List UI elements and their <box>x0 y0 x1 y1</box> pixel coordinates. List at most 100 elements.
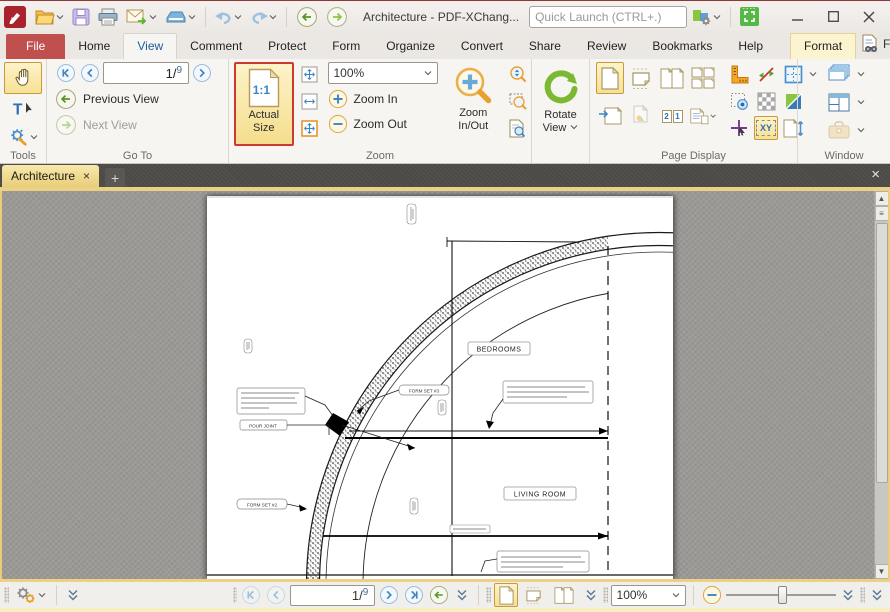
zoom-inout-button[interactable]: Zoom In/Out <box>446 62 502 146</box>
booklet-button[interactable] <box>689 100 717 132</box>
next-view-button[interactable]: Next View <box>55 114 213 136</box>
toolbox-button[interactable] <box>824 118 854 142</box>
status-two-pages-button[interactable] <box>549 583 579 607</box>
email-button[interactable] <box>123 5 160 29</box>
prev-page-button[interactable] <box>79 62 101 84</box>
scrollbar-thumb[interactable] <box>876 223 888 483</box>
tab-convert[interactable]: Convert <box>448 34 516 59</box>
more-nav-button[interactable] <box>453 583 471 607</box>
scan-button[interactable] <box>162 5 199 29</box>
status-single-page-button[interactable] <box>494 583 518 607</box>
continuous-button[interactable] <box>627 62 655 94</box>
close-document-button[interactable]: × <box>863 166 888 187</box>
tab-view[interactable]: View <box>123 33 177 59</box>
tab-protect[interactable]: Protect <box>255 34 319 59</box>
new-tab-button[interactable]: + <box>105 168 125 187</box>
first-page-button[interactable] <box>55 62 77 84</box>
close-tab-icon[interactable]: × <box>83 171 90 181</box>
zoom-level-dropdown[interactable]: 100% <box>328 62 438 84</box>
zoom-slider-handle[interactable] <box>778 586 787 604</box>
transparency-grid-button[interactable] <box>754 89 778 113</box>
right-to-left-button[interactable] <box>596 100 624 132</box>
zoom-slider[interactable] <box>726 585 836 605</box>
split-window-button[interactable] <box>824 90 854 114</box>
toolbar-drag-handle[interactable] <box>486 587 491 603</box>
rotate-view-button[interactable]: Rotate View <box>534 62 587 146</box>
fit-page-button[interactable] <box>298 62 322 86</box>
undo-button[interactable] <box>212 5 245 29</box>
status-next-page-button[interactable] <box>378 584 400 606</box>
nav-back-button[interactable] <box>293 5 321 29</box>
document-tab-architecture[interactable]: Architecture × <box>2 165 99 187</box>
chevron-down-icon[interactable] <box>857 70 865 78</box>
measure-button[interactable] <box>754 62 778 86</box>
zoom-out-button[interactable]: Zoom Out <box>328 114 438 134</box>
toolbar-drag-handle[interactable] <box>233 587 238 603</box>
page-transitions-button[interactable] <box>627 100 655 132</box>
status-zoom-out-button[interactable] <box>701 584 723 606</box>
tab-form[interactable]: Form <box>319 34 373 59</box>
snap-button[interactable] <box>727 89 751 113</box>
more-zoom-button[interactable] <box>839 583 857 607</box>
next-page-button[interactable] <box>191 62 213 84</box>
tab-organize[interactable]: Organize <box>373 34 448 59</box>
scroll-down-button[interactable]: ▼ <box>875 564 889 579</box>
scrollbar-options-button[interactable]: ≡ <box>875 206 889 221</box>
collapsed-items-button[interactable] <box>868 583 886 607</box>
tab-share[interactable]: Share <box>516 34 574 59</box>
fit-visible-button[interactable] <box>298 116 322 140</box>
toolbar-drag-handle[interactable] <box>860 587 865 603</box>
open-button[interactable] <box>32 5 67 29</box>
fit-width-button[interactable] <box>298 89 322 113</box>
two-pages-button[interactable] <box>658 62 686 94</box>
actual-size-button[interactable]: 1:1 Actual Size <box>234 62 294 146</box>
save-button[interactable] <box>69 5 93 29</box>
chevron-down-icon[interactable] <box>857 98 865 106</box>
other-tools-button[interactable] <box>4 124 42 150</box>
expand-panel-button[interactable] <box>64 583 82 607</box>
reading-order-button[interactable]: 2 1 <box>658 100 686 132</box>
tab-format[interactable]: Format <box>790 33 856 59</box>
tab-bookmarks[interactable]: Bookmarks <box>639 34 725 59</box>
more-layout-button[interactable] <box>582 583 600 607</box>
status-zoom-dropdown[interactable]: 100% <box>611 585 687 606</box>
page-number-field[interactable]: 1/9 <box>103 62 189 84</box>
toolbar-drag-handle[interactable] <box>4 587 9 603</box>
tab-help[interactable]: Help <box>725 34 776 59</box>
find-button[interactable]: Find... <box>856 32 890 56</box>
close-button[interactable] <box>852 5 886 29</box>
tab-file[interactable]: File <box>6 34 65 59</box>
minimize-button[interactable] <box>780 5 814 29</box>
document-area[interactable]: BEDROOMS LIVING ROOM <box>0 191 890 579</box>
cascade-windows-button[interactable] <box>824 62 854 86</box>
status-prev-page-button[interactable] <box>265 584 287 606</box>
ui-options-button[interactable] <box>689 5 724 29</box>
single-page-button[interactable] <box>596 62 624 94</box>
rulers-button[interactable] <box>727 62 751 86</box>
status-continuous-button[interactable] <box>521 583 545 607</box>
maximize-button[interactable] <box>816 5 850 29</box>
print-button[interactable] <box>95 5 121 29</box>
quick-launch-input[interactable] <box>535 10 690 24</box>
toolbar-drag-handle[interactable] <box>603 587 608 603</box>
nav-forward-button[interactable] <box>323 5 351 29</box>
tab-comment[interactable]: Comment <box>177 34 255 59</box>
marquee-zoom-button[interactable] <box>505 89 529 113</box>
vertical-scrollbar[interactable]: ▲ ≡ ▼ <box>874 191 888 579</box>
status-first-page-button[interactable] <box>240 584 262 606</box>
select-text-button[interactable]: T <box>4 96 42 122</box>
scroll-up-button[interactable]: ▲ <box>875 191 889 206</box>
hand-tool-button[interactable] <box>4 62 42 94</box>
tab-review[interactable]: Review <box>574 34 639 59</box>
status-options-button[interactable] <box>12 583 49 607</box>
loupe-zoom-button[interactable] <box>505 62 529 86</box>
status-page-number-field[interactable]: 1/9 <box>290 585 375 606</box>
zoom-in-button[interactable]: Zoom In <box>328 89 438 109</box>
pdf-page[interactable]: BEDROOMS LIVING ROOM <box>207 196 673 579</box>
quick-launch-box[interactable] <box>529 6 687 28</box>
status-last-page-button[interactable] <box>403 584 425 606</box>
pan-zoom-button[interactable] <box>505 116 529 140</box>
status-previous-view-button[interactable] <box>428 584 450 606</box>
two-pages-continuous-button[interactable] <box>689 62 717 94</box>
previous-view-button[interactable]: Previous View <box>55 88 213 110</box>
